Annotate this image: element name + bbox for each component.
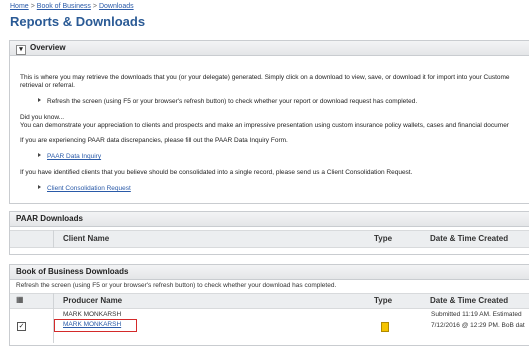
overview-panel: ▾ Overview This is where you may retrieve… xyxy=(9,40,529,204)
date-created: 7/12/2016 @ 12:29 PM. BoB dat xyxy=(431,322,525,329)
row-checkbox[interactable]: ✓ xyxy=(17,322,26,331)
breadcrumb-separator: > xyxy=(92,3,97,10)
breadcrumb: Home > Book of Business > Downloads xyxy=(10,3,134,10)
overview-intro-cont: retrieval or referral. xyxy=(20,82,75,89)
bob-col-producer-name[interactable]: Producer Name xyxy=(63,296,122,305)
producer-name: MARK MONKARSH xyxy=(63,311,122,318)
did-you-know: Did you know... xyxy=(20,114,65,121)
breadcrumb-separator: > xyxy=(30,3,35,10)
bob-downloads-panel: Book of Business Downloads Refresh the s… xyxy=(9,264,529,346)
date-created: Submitted 11:19 AM. Estimated xyxy=(431,311,522,318)
bob-col-date[interactable]: Date & Time Created xyxy=(430,296,508,305)
overview-intro: This is where you may retrieve the downl… xyxy=(20,74,510,81)
bob-downloads-header: Book of Business Downloads xyxy=(10,265,529,280)
bullet-icon xyxy=(38,98,41,102)
breadcrumb-downloads-link[interactable]: Downloads xyxy=(99,3,134,10)
file-download-icon[interactable] xyxy=(381,322,389,332)
paar-data-inquiry-link[interactable]: PAAR Data Inquiry xyxy=(47,153,101,160)
overview-title: Overview xyxy=(30,43,66,52)
bob-refresh-note: Refresh the screen (using F5 or your bro… xyxy=(16,282,337,289)
refresh-tip-text: Refresh the screen (using F5 or your bro… xyxy=(47,98,418,105)
page-title: Reports & Downloads xyxy=(10,14,146,29)
paar-downloads-header: PAAR Downloads xyxy=(10,212,529,227)
breadcrumb-home-link[interactable]: Home xyxy=(10,3,29,10)
paar-downloads-panel: PAAR Downloads Client Name Type Date & T… xyxy=(9,211,529,255)
consolidation-text: If you have identified clients that you … xyxy=(20,169,413,176)
bob-col-type[interactable]: Type xyxy=(374,296,392,305)
bullet-icon xyxy=(38,153,41,157)
did-you-know-text: You can demonstrate your appreciation to… xyxy=(20,122,509,129)
column-divider xyxy=(53,230,54,248)
breadcrumb-book-link[interactable]: Book of Business xyxy=(37,3,91,10)
column-divider xyxy=(53,293,54,343)
overview-header[interactable]: ▾ Overview xyxy=(10,41,529,56)
bullet-icon xyxy=(38,185,41,189)
client-consolidation-item: Client Consolidation Request xyxy=(38,185,131,193)
paar-col-client-name[interactable]: Client Name xyxy=(63,234,109,243)
producer-name-link[interactable]: MARK MONKARSH xyxy=(63,321,121,328)
producer-name-link-text[interactable]: MARK MONKARSH xyxy=(63,321,121,328)
paar-discrepancy-text: If you are experiencing PAAR data discre… xyxy=(20,137,288,144)
paar-data-inquiry-item: PAAR Data Inquiry xyxy=(38,153,101,161)
refresh-tip: Refresh the screen (using F5 or your bro… xyxy=(38,98,417,106)
paar-col-type[interactable]: Type xyxy=(374,234,392,243)
collapse-icon[interactable]: ▾ xyxy=(16,45,26,55)
paar-col-date[interactable]: Date & Time Created xyxy=(430,234,508,243)
client-consolidation-link[interactable]: Client Consolidation Request xyxy=(47,185,131,192)
select-all-icon[interactable]: ▦ xyxy=(16,296,24,304)
